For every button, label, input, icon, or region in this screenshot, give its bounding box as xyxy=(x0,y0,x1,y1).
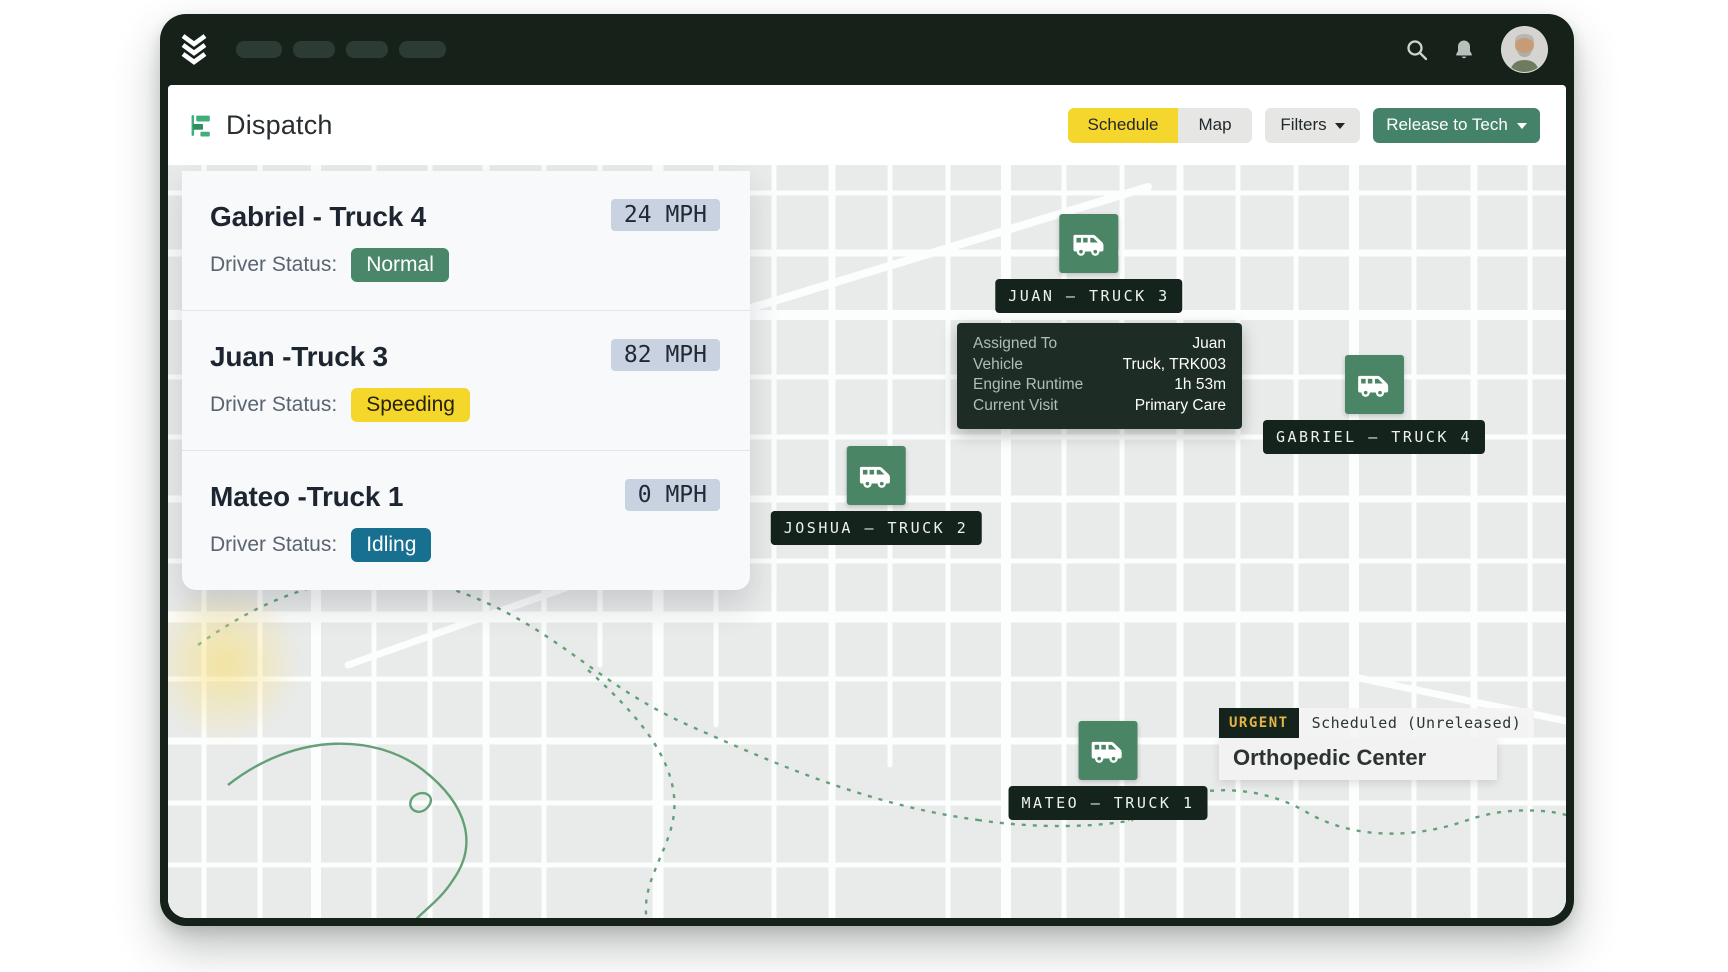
tooltip-label: Current Visit xyxy=(973,396,1058,417)
tab-schedule[interactable]: Schedule xyxy=(1068,108,1178,143)
page-title-wrap: Dispatch xyxy=(190,110,333,141)
nav-placeholder-item[interactable] xyxy=(293,41,335,58)
nav-placeholder-group xyxy=(236,41,446,58)
truck-marker-juan[interactable]: JUAN – TRUCK 3 xyxy=(995,214,1182,313)
chevron-down-icon xyxy=(1517,123,1527,129)
location-name-card[interactable]: Orthopedic Center xyxy=(1219,738,1497,780)
user-avatar[interactable] xyxy=(1501,26,1548,73)
nav-placeholder-item[interactable] xyxy=(236,41,282,58)
tooltip-row: Assigned To Juan xyxy=(973,334,1226,355)
tooltip-row: Engine Runtime 1h 53m xyxy=(973,375,1226,396)
speed-badge: 24 MPH xyxy=(611,199,720,231)
nav-placeholder-item[interactable] xyxy=(346,41,388,58)
map-canvas[interactable]: Gabriel - Truck 4 24 MPH Driver Status: … xyxy=(168,165,1566,918)
schedule-status-text: Scheduled (Unreleased) xyxy=(1299,708,1535,738)
release-to-tech-button[interactable]: Release to Tech xyxy=(1373,108,1540,143)
tooltip-value: 1h 53m xyxy=(1174,375,1226,396)
tooltip-value: Truck, TRK003 xyxy=(1123,355,1226,376)
tooltip-row: Vehicle Truck, TRK003 xyxy=(973,355,1226,376)
status-badge-speeding: Speeding xyxy=(351,388,470,422)
driver-status-panel: Gabriel - Truck 4 24 MPH Driver Status: … xyxy=(182,171,750,590)
driver-status-label: Driver Status: xyxy=(210,393,337,417)
triple-chevron-icon xyxy=(180,34,208,66)
tooltip-value: Primary Care xyxy=(1135,396,1226,417)
truck-marker-joshua[interactable]: JOSHUA – TRUCK 2 xyxy=(771,446,982,545)
driver-card-gabriel[interactable]: Gabriel - Truck 4 24 MPH Driver Status: … xyxy=(182,171,750,310)
tab-map[interactable]: Map xyxy=(1178,108,1252,143)
app-logo-chevrons[interactable] xyxy=(180,33,210,67)
truck-icon xyxy=(1079,721,1138,780)
truck-marker-label: JOSHUA – TRUCK 2 xyxy=(771,511,982,545)
page-header: Dispatch Schedule Map Filters Release to… xyxy=(168,85,1566,165)
driver-status-label: Driver Status: xyxy=(210,253,337,277)
filters-label: Filters xyxy=(1280,115,1326,135)
truck-icon xyxy=(1345,355,1404,414)
status-badge-idling: Idling xyxy=(351,528,431,562)
top-navigation-bar xyxy=(160,14,1574,85)
filters-button[interactable]: Filters xyxy=(1265,108,1360,143)
driver-name: Juan -Truck 3 xyxy=(210,341,388,373)
truck-icon xyxy=(847,446,906,505)
nav-placeholder-item[interactable] xyxy=(399,41,446,58)
urgent-badge: URGENT xyxy=(1219,708,1299,738)
vehicle-tooltip: Assigned To Juan Vehicle Truck, TRK003 E… xyxy=(957,323,1242,429)
topbar-right-controls xyxy=(1403,26,1548,73)
header-actions: Schedule Map Filters Release to Tech xyxy=(1068,108,1540,143)
tooltip-label: Assigned To xyxy=(973,334,1057,355)
speed-badge: 82 MPH xyxy=(611,339,720,371)
truck-marker-gabriel[interactable]: GABRIEL – TRUCK 4 xyxy=(1263,355,1485,454)
chevron-down-icon xyxy=(1335,123,1345,129)
driver-status-label: Driver Status: xyxy=(210,533,337,557)
status-badge-normal: Normal xyxy=(351,248,449,282)
page-title: Dispatch xyxy=(226,110,333,141)
truck-icon xyxy=(1060,214,1119,273)
window-body: Dispatch Schedule Map Filters Release to… xyxy=(168,85,1566,918)
release-label: Release to Tech xyxy=(1386,115,1508,135)
driver-name: Gabriel - Truck 4 xyxy=(210,201,426,233)
urgent-location-callout[interactable]: URGENT Scheduled (Unreleased) Orthopedic… xyxy=(1219,708,1534,780)
tooltip-label: Vehicle xyxy=(973,355,1023,376)
truck-marker-label: GABRIEL – TRUCK 4 xyxy=(1263,420,1485,454)
bell-icon[interactable] xyxy=(1450,36,1478,64)
tooltip-label: Engine Runtime xyxy=(973,375,1083,396)
speed-badge: 0 MPH xyxy=(625,479,720,511)
truck-marker-mateo[interactable]: MATEO – TRUCK 1 xyxy=(1009,721,1208,820)
driver-card-mateo[interactable]: Mateo -Truck 1 0 MPH Driver Status: Idli… xyxy=(182,450,750,590)
app-window: Dispatch Schedule Map Filters Release to… xyxy=(160,14,1574,926)
tooltip-value: Juan xyxy=(1192,334,1226,355)
driver-card-juan[interactable]: Juan -Truck 3 82 MPH Driver Status: Spee… xyxy=(182,310,750,450)
truck-marker-label: MATEO – TRUCK 1 xyxy=(1009,786,1208,820)
dispatch-gantt-icon xyxy=(190,113,215,138)
driver-name: Mateo -Truck 1 xyxy=(210,481,403,513)
search-icon[interactable] xyxy=(1403,36,1431,64)
view-toggle: Schedule Map xyxy=(1068,108,1252,143)
truck-marker-label: JUAN – TRUCK 3 xyxy=(995,279,1182,313)
desktop: Dispatch Schedule Map Filters Release to… xyxy=(0,0,1728,972)
tooltip-row: Current Visit Primary Care xyxy=(973,396,1226,417)
